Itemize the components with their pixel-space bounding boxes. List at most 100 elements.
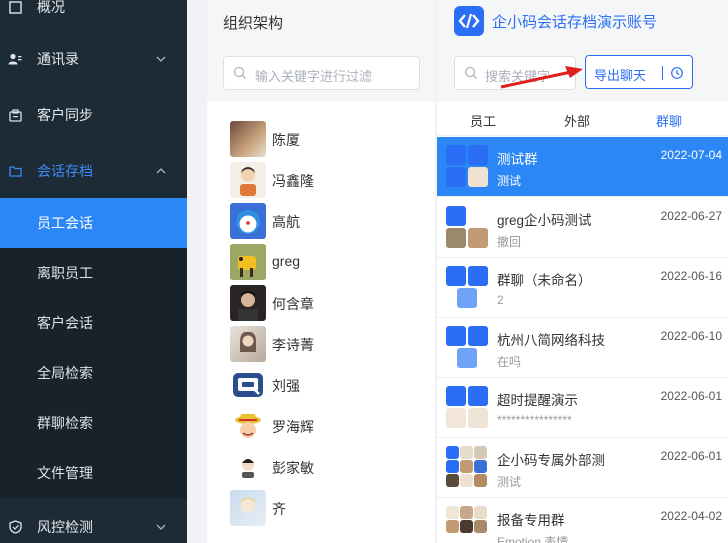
conversation-name: 企小码专属外部测 bbox=[497, 453, 605, 468]
conversation-last-message: 撤回 bbox=[497, 235, 522, 249]
sidebar-item-overview[interactable]: 概况 bbox=[0, 0, 187, 32]
tab-external[interactable]: 外部 bbox=[564, 111, 590, 130]
conversation-name: 测试群 bbox=[497, 152, 538, 167]
person-name: 冯鑫隆 bbox=[272, 173, 314, 189]
sidebar-subitem-global-search[interactable]: 全局检索 bbox=[0, 348, 187, 398]
person-item[interactable]: 高航 bbox=[230, 202, 430, 240]
contacts-icon bbox=[8, 52, 22, 66]
account-name: 企小码会话存档演示账号 bbox=[492, 14, 658, 31]
person-item[interactable]: greg bbox=[230, 243, 430, 281]
conversation-last-message: Emotion 表情 bbox=[497, 535, 569, 543]
conversation-item[interactable]: greg企小码测试 2022-06-27 撤回 bbox=[437, 198, 728, 258]
conversation-item[interactable]: 测试群 2022-07-04 测试 bbox=[437, 137, 728, 197]
person-name: 齐 bbox=[272, 501, 286, 517]
conversation-item[interactable]: 杭州八简网络科技 2022-06-10 在吗 bbox=[437, 318, 728, 378]
avatar bbox=[230, 244, 266, 280]
person-item[interactable]: 何含章 bbox=[230, 284, 430, 322]
person-item[interactable]: 陈厦 bbox=[230, 120, 430, 158]
person-name: greg bbox=[272, 253, 301, 269]
person-name: 罗海辉 bbox=[272, 419, 314, 435]
sync-icon bbox=[8, 108, 22, 122]
sidebar-subitem-label: 客户会话 bbox=[37, 315, 93, 331]
avatar bbox=[230, 326, 266, 362]
group-avatar bbox=[446, 386, 488, 428]
conversation-item[interactable]: 报备专用群 2022-04-02 Emotion 表情 bbox=[437, 498, 728, 543]
tab-group-chats[interactable]: 群聊 bbox=[656, 111, 682, 130]
annotation-arrow bbox=[500, 66, 583, 89]
conversation-last-message: **************** bbox=[497, 413, 572, 427]
sidebar-subitem-employee-sessions[interactable]: 员工会话 bbox=[0, 198, 187, 248]
conversation-name: 杭州八简网络科技 bbox=[497, 333, 605, 348]
person-name: 何含章 bbox=[272, 296, 314, 312]
conversation-item[interactable]: 群聊（未命名） 2022-06-16 2 bbox=[437, 258, 728, 318]
conversation-date: 2022-06-16 bbox=[660, 269, 722, 283]
avatar bbox=[230, 490, 266, 526]
sidebar-subitem-label: 全局检索 bbox=[37, 365, 93, 381]
tab-employees[interactable]: 员工 bbox=[470, 111, 496, 130]
conversation-last-message: 2 bbox=[497, 293, 504, 307]
sidebar-item-contacts[interactable]: 通讯录 bbox=[0, 34, 187, 84]
person-item[interactable]: 冯鑫隆 bbox=[230, 161, 430, 199]
conversation-item[interactable]: 企小码专属外部测 2022-06-01 测试 bbox=[437, 438, 728, 498]
qixiaoma-logo-icon bbox=[454, 6, 484, 36]
group-avatar bbox=[446, 506, 488, 543]
group-avatar bbox=[446, 326, 488, 368]
sidebar-subitem-file-management[interactable]: 文件管理 bbox=[0, 448, 187, 498]
sidebar-item-risk-control[interactable]: 风控检测 bbox=[0, 502, 187, 543]
conversation-name: 超时提醒演示 bbox=[497, 393, 578, 408]
person-item[interactable]: 彭家敏 bbox=[230, 448, 430, 486]
sidebar: 概况 通讯录 客户同步 会话存档 员工会话 离职员工 客户会话 全局检索 群聊检… bbox=[0, 0, 187, 543]
conversation-item[interactable]: 超时提醒演示 2022-06-01 **************** bbox=[437, 378, 728, 438]
person-item[interactable]: 李诗菁 bbox=[230, 325, 430, 363]
dashboard-icon bbox=[8, 0, 22, 14]
sidebar-item-label: 风控检测 bbox=[37, 519, 93, 535]
person-name: 李诗菁 bbox=[272, 337, 314, 353]
avatar bbox=[230, 285, 266, 321]
divider bbox=[662, 66, 663, 80]
conversation-date: 2022-04-02 bbox=[660, 509, 722, 523]
sidebar-item-label: 客户同步 bbox=[37, 107, 93, 123]
search-icon bbox=[464, 66, 477, 79]
group-avatar bbox=[446, 206, 488, 248]
conversation-last-message: 测试 bbox=[497, 174, 522, 188]
search-placeholder: 输入关键字进行过滤 bbox=[255, 69, 373, 84]
shield-icon bbox=[8, 520, 22, 534]
avatar bbox=[230, 121, 266, 157]
export-chat-button[interactable]: 导出聊天 bbox=[585, 55, 693, 89]
sidebar-item-session-archive[interactable]: 会话存档 bbox=[0, 146, 187, 196]
person-item[interactable]: 罗海辉 bbox=[230, 407, 430, 445]
export-chat-label: 导出聊天 bbox=[594, 68, 647, 83]
avatar bbox=[230, 408, 266, 444]
sidebar-item-label: 会话存档 bbox=[37, 163, 93, 179]
chevron-down-icon bbox=[156, 524, 166, 530]
org-header: 组织架构 输入关键字进行过滤 bbox=[207, 0, 435, 102]
person-name: 刘强 bbox=[272, 378, 300, 394]
avatar bbox=[230, 203, 266, 239]
avatar bbox=[230, 162, 266, 198]
conversation-date: 2022-06-01 bbox=[660, 389, 722, 403]
chat-tabs: 员工 外部 群聊 bbox=[437, 102, 728, 136]
sidebar-subitem-label: 离职员工 bbox=[37, 265, 93, 281]
sidebar-subitem-group-search[interactable]: 群聊检索 bbox=[0, 398, 187, 448]
chat-header: 企小码会话存档演示账号 搜索关键字 导出聊天 bbox=[437, 0, 728, 102]
group-avatar bbox=[446, 266, 488, 308]
conversation-last-message: 在吗 bbox=[497, 355, 522, 369]
sidebar-subitem-label: 文件管理 bbox=[37, 465, 93, 481]
sidebar-item-customer-sync[interactable]: 客户同步 bbox=[0, 90, 187, 140]
person-item[interactable]: 刘强 bbox=[230, 366, 430, 404]
sidebar-subitem-customer-sessions[interactable]: 客户会话 bbox=[0, 298, 187, 348]
sidebar-subitem-departed-employees[interactable]: 离职员工 bbox=[0, 248, 187, 298]
search-icon bbox=[233, 66, 246, 79]
conversation-name: 群聊（未命名） bbox=[497, 273, 592, 288]
conversation-date: 2022-06-27 bbox=[660, 209, 722, 223]
person-name: 高航 bbox=[272, 214, 300, 230]
history-icon[interactable] bbox=[670, 66, 684, 80]
chevron-up-icon bbox=[156, 168, 166, 174]
sidebar-item-label: 概况 bbox=[37, 0, 65, 15]
conversation-date: 2022-06-01 bbox=[660, 449, 722, 463]
sidebar-subitem-label: 员工会话 bbox=[37, 215, 93, 231]
org-panel: 组织架构 输入关键字进行过滤 陈厦 冯鑫隆 高航 greg 何含章 李诗菁 刘强… bbox=[207, 0, 435, 543]
person-item[interactable]: 齐 bbox=[230, 489, 430, 527]
org-search-input[interactable]: 输入关键字进行过滤 bbox=[223, 56, 420, 90]
conversation-name: 报备专用群 bbox=[497, 513, 565, 528]
